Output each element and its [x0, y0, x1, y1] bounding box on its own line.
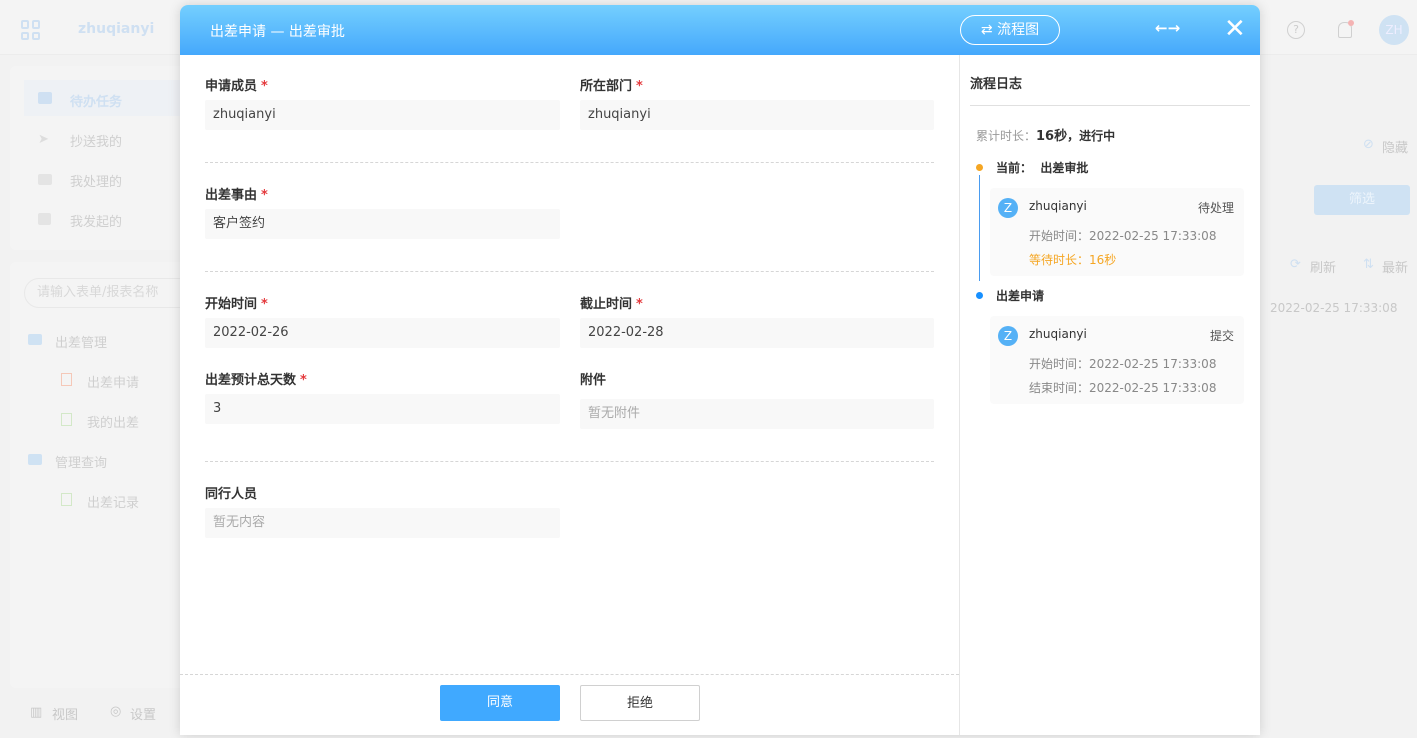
- divider: [205, 271, 934, 272]
- folder-icon: [28, 334, 42, 345]
- log-panel: 流程日志 累计时长：16秒，进行中 当前： 出差审批 Z zhuqianyi 待…: [959, 55, 1260, 735]
- row-time: 2022-02-25 17:33:08: [1270, 301, 1398, 315]
- days-field: 3: [205, 394, 560, 424]
- log-start-time: 开始时间：2022-02-25 17:33:08: [1029, 357, 1217, 371]
- help-icon[interactable]: ?: [1287, 21, 1305, 39]
- reason-field: 客户签约: [205, 209, 560, 239]
- companions-field: 暂无内容: [205, 508, 560, 538]
- briefcase-icon: [38, 174, 52, 185]
- department-field: zhuqianyi: [580, 100, 934, 130]
- refresh-icon: ⟳: [1290, 257, 1301, 272]
- timeline-dot: [976, 292, 983, 299]
- department-label: 所在部门 *: [580, 79, 643, 94]
- log-divider: [970, 105, 1250, 106]
- sidebar-item-cc[interactable]: 抄送我的: [70, 131, 122, 150]
- log-title: 流程日志: [970, 77, 1023, 92]
- sidebar-nav: 待办任务 ➤ 抄送我的 我处理的 我发起的: [10, 66, 194, 250]
- approval-modal: 出差申请 — 出差审批 ⇄ 流程图 ←→ ✕ 申请成员 * zhuqianyi 所…: [180, 5, 1260, 735]
- log-action: 提交: [1209, 329, 1234, 343]
- tree-item[interactable]: 我的出差: [87, 412, 139, 431]
- sidebar-tree: 请输入表单/报表名称 出差管理 出差申请 我的出差 管理查询 出差记录: [10, 262, 194, 688]
- eye-off-icon: ⊘: [1363, 137, 1374, 152]
- log-card: Z zhuqianyi 待处理 开始时间：2022-02-25 17:33:08…: [990, 188, 1244, 276]
- user-avatar: Z: [998, 198, 1018, 218]
- flowchart-button[interactable]: ⇄ 流程图: [960, 15, 1060, 45]
- timeline-dot-current: [976, 164, 983, 171]
- log-user: zhuqianyi: [1029, 327, 1087, 341]
- log-end-time: 结束时间：2022-02-25 17:33:08: [1029, 381, 1217, 395]
- folder-icon: [28, 454, 42, 465]
- start-field: 2022-02-26: [205, 318, 560, 348]
- modal-title: 出差申请 — 出差审批: [210, 24, 345, 40]
- link-icon: ⇄: [980, 22, 993, 38]
- attachment-label: 附件: [580, 373, 607, 388]
- modal-header: 出差申请 — 出差审批 ⇄ 流程图 ←→ ✕: [180, 5, 1260, 55]
- calendar-icon: [38, 92, 52, 104]
- end-label: 截止时间 *: [580, 297, 643, 312]
- tree-item[interactable]: 出差申请: [87, 372, 139, 391]
- sidebar-item-started[interactable]: 我发起的: [70, 211, 122, 230]
- log-card: Z zhuqianyi 提交 开始时间：2022-02-25 17:33:08 …: [990, 316, 1244, 404]
- log-start-time: 开始时间：2022-02-25 17:33:08: [1029, 229, 1217, 243]
- form-search-input[interactable]: 请输入表单/报表名称: [24, 278, 194, 308]
- view-button[interactable]: 视图: [52, 704, 78, 723]
- expand-arrows-icon[interactable]: ←→: [1155, 19, 1180, 37]
- divider: [205, 461, 934, 462]
- end-field: 2022-02-28: [580, 318, 934, 348]
- companions-label: 同行人员: [205, 487, 258, 502]
- settings-icon: ◎: [110, 704, 122, 719]
- avatar[interactable]: ZH: [1379, 15, 1409, 45]
- start-label: 开始时间 *: [205, 297, 268, 312]
- hide-button[interactable]: 隐藏: [1382, 137, 1408, 156]
- reject-button[interactable]: 拒绝: [580, 685, 700, 721]
- total-duration: 累计时长：16秒，进行中: [976, 129, 1116, 144]
- timeline-line: [979, 175, 980, 281]
- log-user: zhuqianyi: [1029, 199, 1087, 213]
- apps-grid-icon[interactable]: [21, 20, 41, 40]
- sort-button[interactable]: 最新: [1382, 257, 1408, 276]
- divider: [205, 162, 934, 163]
- node-title: 当前： 出差审批: [996, 161, 1089, 175]
- clipboard-icon: [61, 413, 72, 426]
- filter-button[interactable]: 筛选: [1314, 185, 1410, 215]
- sidebar-item-todo[interactable]: 待办任务: [70, 91, 122, 110]
- tree-item[interactable]: 出差记录: [87, 492, 139, 511]
- tree-folder[interactable]: 管理查询: [55, 452, 107, 471]
- user-avatar: Z: [998, 326, 1018, 346]
- username-label: zhuqianyi: [78, 21, 155, 37]
- node-title: 出差申请: [996, 289, 1045, 303]
- log-wait-time: 等待时长：16秒: [1029, 253, 1117, 267]
- member-field: zhuqianyi: [205, 100, 560, 130]
- flowchart-label: 流程图: [997, 22, 1040, 38]
- agree-button[interactable]: 同意: [440, 685, 560, 721]
- member-label: 申请成员 *: [205, 79, 268, 94]
- attachment-field: 暂无附件: [580, 399, 934, 429]
- reason-label: 出差事由 *: [205, 188, 268, 203]
- chart-icon: ▥: [30, 705, 43, 720]
- sort-icon: ⇅: [1363, 257, 1374, 272]
- edit-icon: [38, 213, 51, 225]
- refresh-button[interactable]: 刷新: [1310, 257, 1336, 276]
- tree-folder[interactable]: 出差管理: [55, 332, 107, 351]
- settings-button[interactable]: 设置: [130, 704, 156, 723]
- log-action: 待处理: [1197, 201, 1234, 215]
- send-icon: ➤: [38, 132, 49, 147]
- close-icon[interactable]: ✕: [1224, 13, 1246, 45]
- footer-divider: [180, 674, 959, 675]
- clipboard-icon: [61, 493, 72, 506]
- doc-icon: [61, 373, 72, 386]
- notification-dot: [1348, 20, 1354, 26]
- days-label: 出差预计总天数 *: [205, 373, 307, 388]
- sidebar-item-handled[interactable]: 我处理的: [70, 171, 122, 190]
